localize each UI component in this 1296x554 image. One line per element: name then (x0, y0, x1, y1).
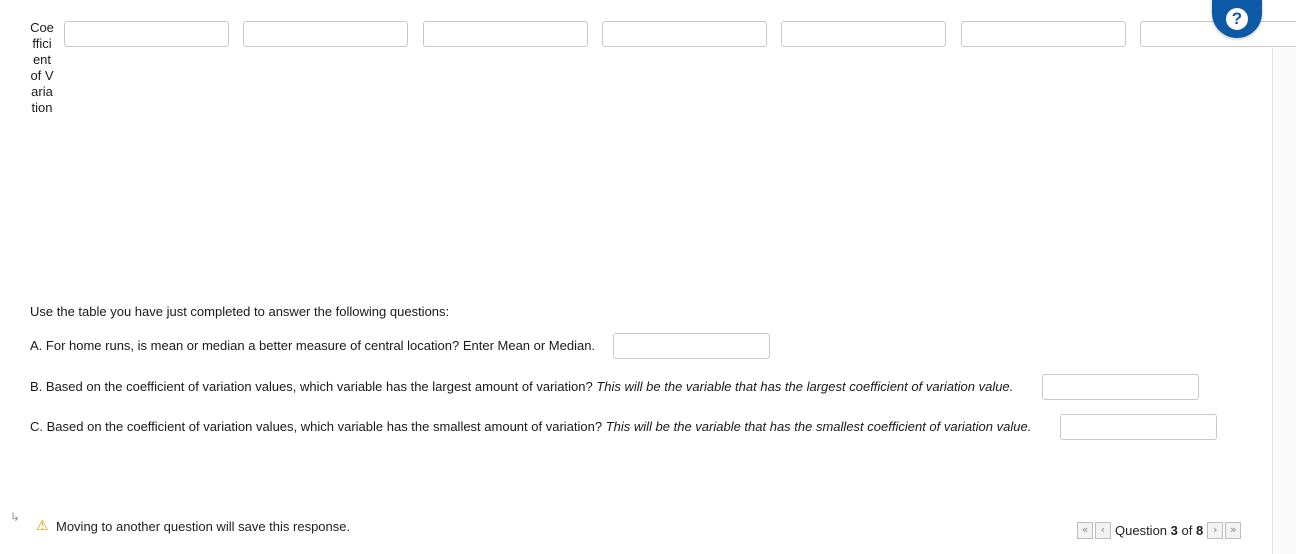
question-c-hint: This will be the variable that has the s… (605, 419, 1032, 434)
last-question-button[interactable]: » (1225, 521, 1242, 539)
return-arrow-icon: ↳ (10, 510, 21, 524)
row-label-coefficient-of-variation: Coefficient of Variation (30, 20, 54, 115)
table-cell-input-2[interactable] (243, 21, 408, 47)
warning-icon: ⚠ (36, 518, 49, 534)
question-mark-icon: ? (1226, 8, 1248, 30)
question-indicator: Question 3 of 8 (1115, 523, 1203, 538)
question-pager: « ‹ Question 3 of 8 › » (1077, 521, 1243, 539)
question-b-text-block: B. Based on the coefficient of variation… (30, 379, 1013, 395)
question-c-text: C. Based on the coefficient of variation… (30, 419, 603, 434)
question-a-text: A. For home runs, is mean or median a be… (30, 338, 596, 353)
table-cell-input-4[interactable] (602, 21, 767, 47)
question-b-hint: This will be the variable that has the l… (596, 379, 1014, 394)
save-response-message: Moving to another question will save thi… (56, 519, 351, 534)
question-b-answer-input[interactable] (1042, 374, 1199, 400)
previous-question-button[interactable]: ‹ (1095, 521, 1111, 539)
question-b-text: B. Based on the coefficient of variation… (30, 379, 593, 394)
instructions-text: Use the table you have just completed to… (30, 304, 450, 319)
question-word: Question (1115, 522, 1168, 538)
current-question-number: 3 (1170, 522, 1178, 538)
table-cell-input-3[interactable] (423, 21, 588, 47)
of-word: of (1181, 522, 1193, 538)
total-questions-number: 8 (1196, 522, 1204, 538)
first-question-button[interactable]: « (1077, 521, 1093, 539)
question-a-answer-input[interactable] (613, 333, 770, 359)
vertical-scrollbar[interactable] (1272, 48, 1296, 554)
table-cell-input-1[interactable] (64, 21, 229, 47)
table-cell-input-6[interactable] (961, 21, 1126, 47)
next-question-button[interactable]: › (1207, 521, 1224, 539)
question-c-text-block: C. Based on the coefficient of variation… (30, 419, 1031, 435)
table-cell-input-5[interactable] (781, 21, 946, 47)
question-c-answer-input[interactable] (1060, 414, 1217, 440)
